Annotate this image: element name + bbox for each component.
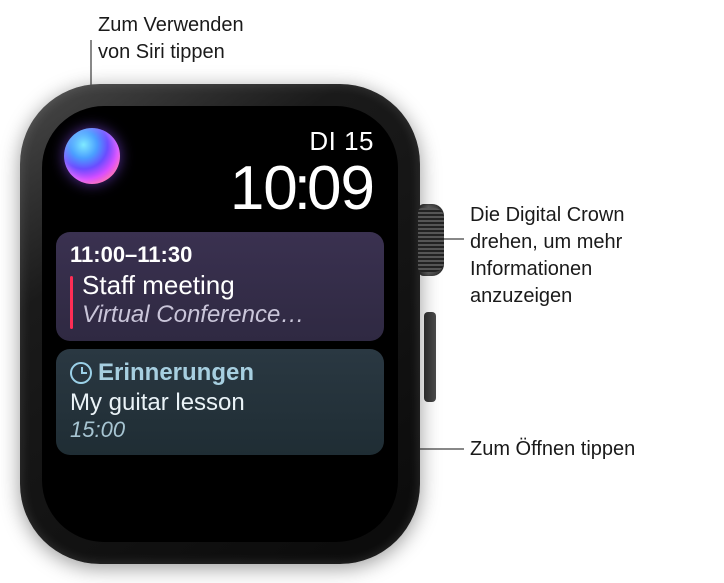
datetime-block: DI 15 10:09 [230, 124, 374, 224]
apple-watch: DI 15 10:09 11:00–11:30 Staff meeting Vi… [20, 84, 430, 574]
callout-siri-text: Zum Verwenden von Siri tippen [98, 14, 244, 63]
watch-top-row: DI 15 10:09 [56, 124, 384, 224]
watch-screen: DI 15 10:09 11:00–11:30 Staff meeting Vi… [42, 106, 398, 542]
callout-crown: Die Digital Crown drehen, um mehr Inform… [470, 202, 625, 310]
callout-open-text: Zum Öffnen tippen [470, 438, 635, 460]
reminder-item-text: My guitar lesson [70, 389, 370, 417]
reminders-header: Erinnerungen [70, 359, 370, 387]
callout-open: Zum Öffnen tippen [470, 436, 635, 463]
calendar-event-title: Staff meeting [82, 270, 370, 301]
clock-icon [70, 362, 92, 384]
siri-icon[interactable] [64, 128, 120, 184]
cards-list: 11:00–11:30 Staff meeting Virtual Confer… [56, 232, 384, 455]
side-button[interactable] [424, 312, 436, 402]
time-hours: 10 [230, 154, 297, 223]
calendar-card[interactable]: 11:00–11:30 Staff meeting Virtual Confer… [56, 232, 384, 341]
time-minutes: 09 [307, 154, 374, 223]
calendar-time-range: 11:00–11:30 [70, 242, 370, 268]
reminders-title: Erinnerungen [98, 359, 254, 387]
calendar-event-location: Virtual Conference… [82, 301, 370, 329]
callout-crown-text: Die Digital Crown drehen, um mehr Inform… [470, 204, 625, 307]
digital-crown[interactable] [418, 204, 444, 276]
calendar-accent-bar [70, 276, 73, 329]
reminder-item-time: 15:00 [70, 417, 370, 443]
reminders-card[interactable]: Erinnerungen My guitar lesson 15:00 [56, 349, 384, 455]
time-label[interactable]: 10:09 [230, 153, 374, 224]
callout-siri: Zum Verwenden von Siri tippen [98, 12, 244, 66]
